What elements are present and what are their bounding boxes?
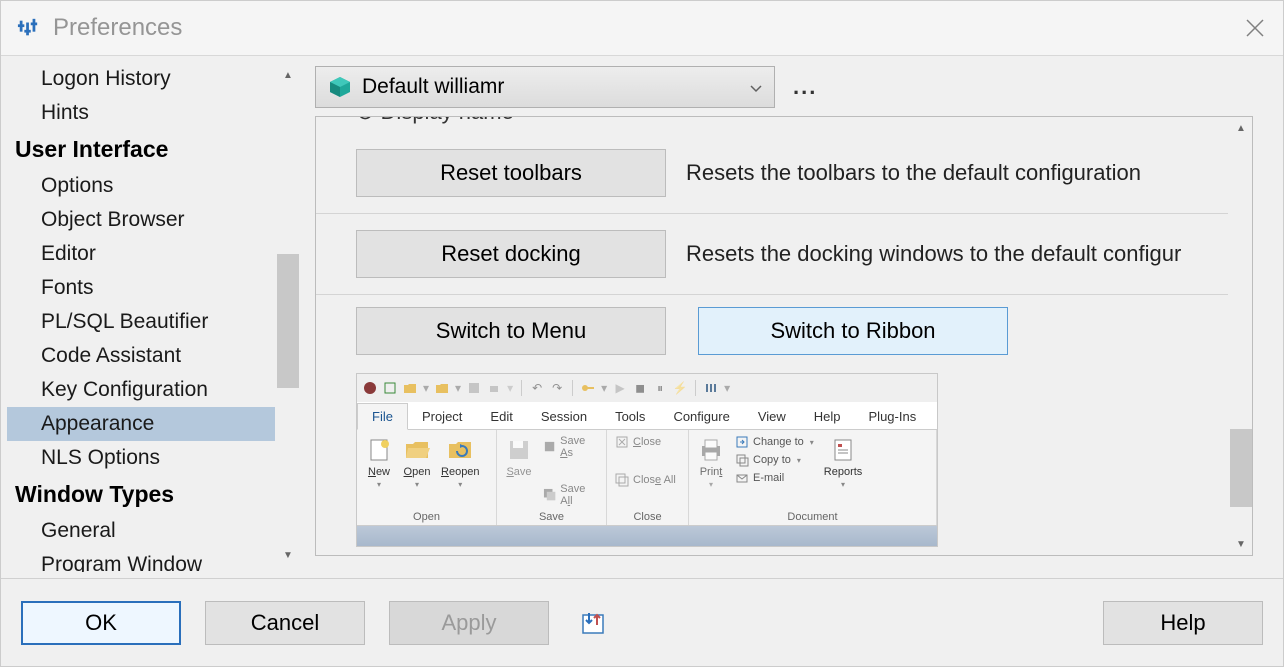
window-title: Preferences (53, 14, 182, 42)
scroll-up-icon[interactable]: ▲ (277, 64, 299, 86)
switch-to-ribbon-button[interactable]: Switch to Ribbon (698, 307, 1008, 355)
title-bar: Preferences (1, 1, 1283, 56)
switch-to-menu-button[interactable]: Switch to Menu (356, 307, 666, 355)
pause-icon[interactable]: ⏸ (653, 381, 667, 395)
tree-item-appearance[interactable]: Appearance (7, 407, 275, 441)
preferences-icon (17, 17, 39, 39)
package-icon (328, 75, 352, 99)
tree-item[interactable]: Logon History (7, 62, 275, 96)
key-icon[interactable] (581, 381, 595, 395)
group-label: Document (695, 509, 930, 525)
tree-item[interactable]: Fonts (7, 271, 275, 305)
stop-icon[interactable]: ◼ (633, 381, 647, 395)
tree-header-ui[interactable]: User Interface (7, 130, 275, 169)
ribbon-tab[interactable]: Session (527, 404, 601, 429)
app-icon (363, 381, 377, 395)
scroll-thumb[interactable] (1230, 429, 1252, 507)
sidebar-scrollbar[interactable]: ▲ ▼ (277, 64, 299, 566)
open-icon[interactable] (403, 381, 417, 395)
help-button[interactable]: Help (1103, 601, 1263, 645)
lightning-icon[interactable]: ⚡ (673, 381, 687, 395)
tree-item[interactable]: Key Configuration (7, 373, 275, 407)
tree-item[interactable]: Options (7, 169, 275, 203)
tree-item[interactable]: Editor (7, 237, 275, 271)
email-button[interactable]: E-mail (733, 470, 816, 486)
ribbon-body: New▾ Open▾ Reopen▾ Open Save Save As (357, 430, 937, 526)
tree-item[interactable]: General (7, 514, 275, 548)
ribbon-tab[interactable]: Help (800, 404, 855, 429)
copyto-button[interactable]: Copy to▾ (733, 452, 816, 468)
ribbon-preview: ▾ ▾ ▾ ↶ ↷ ▾ ▶ ◼ ⏸ (356, 373, 938, 547)
apply-button: Apply (389, 601, 549, 645)
reset-docking-button[interactable]: Reset docking (356, 230, 666, 278)
quick-access-toolbar: ▾ ▾ ▾ ↶ ↷ ▾ ▶ ◼ ⏸ (357, 374, 937, 402)
group-label: Close (613, 509, 682, 525)
saveas-button[interactable]: Save As (541, 434, 600, 460)
tree-item[interactable]: Code Assistant (7, 339, 275, 373)
folder-icon[interactable] (435, 381, 449, 395)
sliders-icon[interactable] (704, 381, 718, 395)
scroll-down-icon[interactable]: ▼ (277, 544, 299, 566)
ribbon-tab[interactable]: Edit (476, 404, 526, 429)
ribbon-tab[interactable]: View (744, 404, 800, 429)
redo-icon[interactable]: ↷ (550, 381, 564, 395)
import-export-icon[interactable] (579, 609, 607, 637)
ribbon-tabs: File Project Edit Session Tools Configur… (357, 402, 937, 430)
scroll-up-icon[interactable]: ▲ (1230, 117, 1252, 139)
new-button[interactable]: New▾ (363, 434, 395, 491)
group-label: Save (503, 509, 600, 525)
tree-item[interactable]: Program Window (7, 548, 275, 572)
close-button[interactable]: Close (613, 434, 678, 450)
ribbon-tab[interactable]: Plug-Ins (855, 404, 931, 429)
cut-section-header: ⊙ Display name (316, 117, 1228, 133)
profile-label: Default williamr (362, 75, 504, 99)
cancel-button[interactable]: Cancel (205, 601, 365, 645)
scroll-thumb[interactable] (277, 254, 299, 388)
play-icon[interactable]: ▶ (613, 381, 627, 395)
closeall-button[interactable]: Close All (613, 472, 678, 488)
tree-header-window-types[interactable]: Window Types (7, 475, 275, 514)
scroll-down-icon[interactable]: ▼ (1230, 533, 1252, 555)
category-tree: Logon History Hints User Interface Optio… (1, 56, 307, 578)
settings-panel: ⊙ Display name Reset toolbars Resets the… (315, 116, 1253, 556)
ok-button[interactable]: OK (21, 601, 181, 645)
ribbon-tab[interactable]: Project (408, 404, 476, 429)
dialog-buttons: OK Cancel Apply Help (1, 578, 1283, 666)
ribbon-tab-file[interactable]: File (357, 403, 408, 430)
ribbon-tab[interactable]: Configure (659, 404, 743, 429)
saveall-button[interactable]: Save All (541, 482, 600, 508)
undo-icon[interactable]: ↶ (530, 381, 544, 395)
ribbon-tab[interactable]: Tools (601, 404, 659, 429)
new-icon[interactable] (383, 381, 397, 395)
open-button[interactable]: Open▾ (401, 434, 433, 491)
settings-scrollbar[interactable]: ▲ ▼ (1230, 117, 1252, 555)
more-options-button[interactable]: ... (793, 74, 817, 100)
ribbon-statusbar (357, 526, 937, 546)
tree-item[interactable]: Hints (7, 96, 275, 130)
print-icon[interactable] (487, 381, 501, 395)
tree-item[interactable]: PL/SQL Beautifier (7, 305, 275, 339)
changeto-button[interactable]: Change to▾ (733, 434, 816, 450)
close-icon[interactable] (1243, 16, 1267, 40)
reset-docking-desc: Resets the docking windows to the defaul… (686, 241, 1181, 267)
main-panel: Default williamr ... ⊙ Display name Rese… (307, 56, 1283, 578)
reset-toolbars-button[interactable]: Reset toolbars (356, 149, 666, 197)
tree-item[interactable]: NLS Options (7, 441, 275, 475)
chevron-down-icon (750, 75, 762, 99)
reopen-button[interactable]: Reopen▾ (439, 434, 482, 491)
print-button[interactable]: Print▾ (695, 434, 727, 491)
reports-button[interactable]: Reports▾ (822, 434, 865, 491)
group-label: Open (363, 509, 490, 525)
profile-dropdown[interactable]: Default williamr (315, 66, 775, 108)
tree-item[interactable]: Object Browser (7, 203, 275, 237)
save-icon[interactable] (467, 381, 481, 395)
reset-toolbars-desc: Resets the toolbars to the default confi… (686, 160, 1141, 186)
save-button[interactable]: Save (503, 434, 535, 480)
